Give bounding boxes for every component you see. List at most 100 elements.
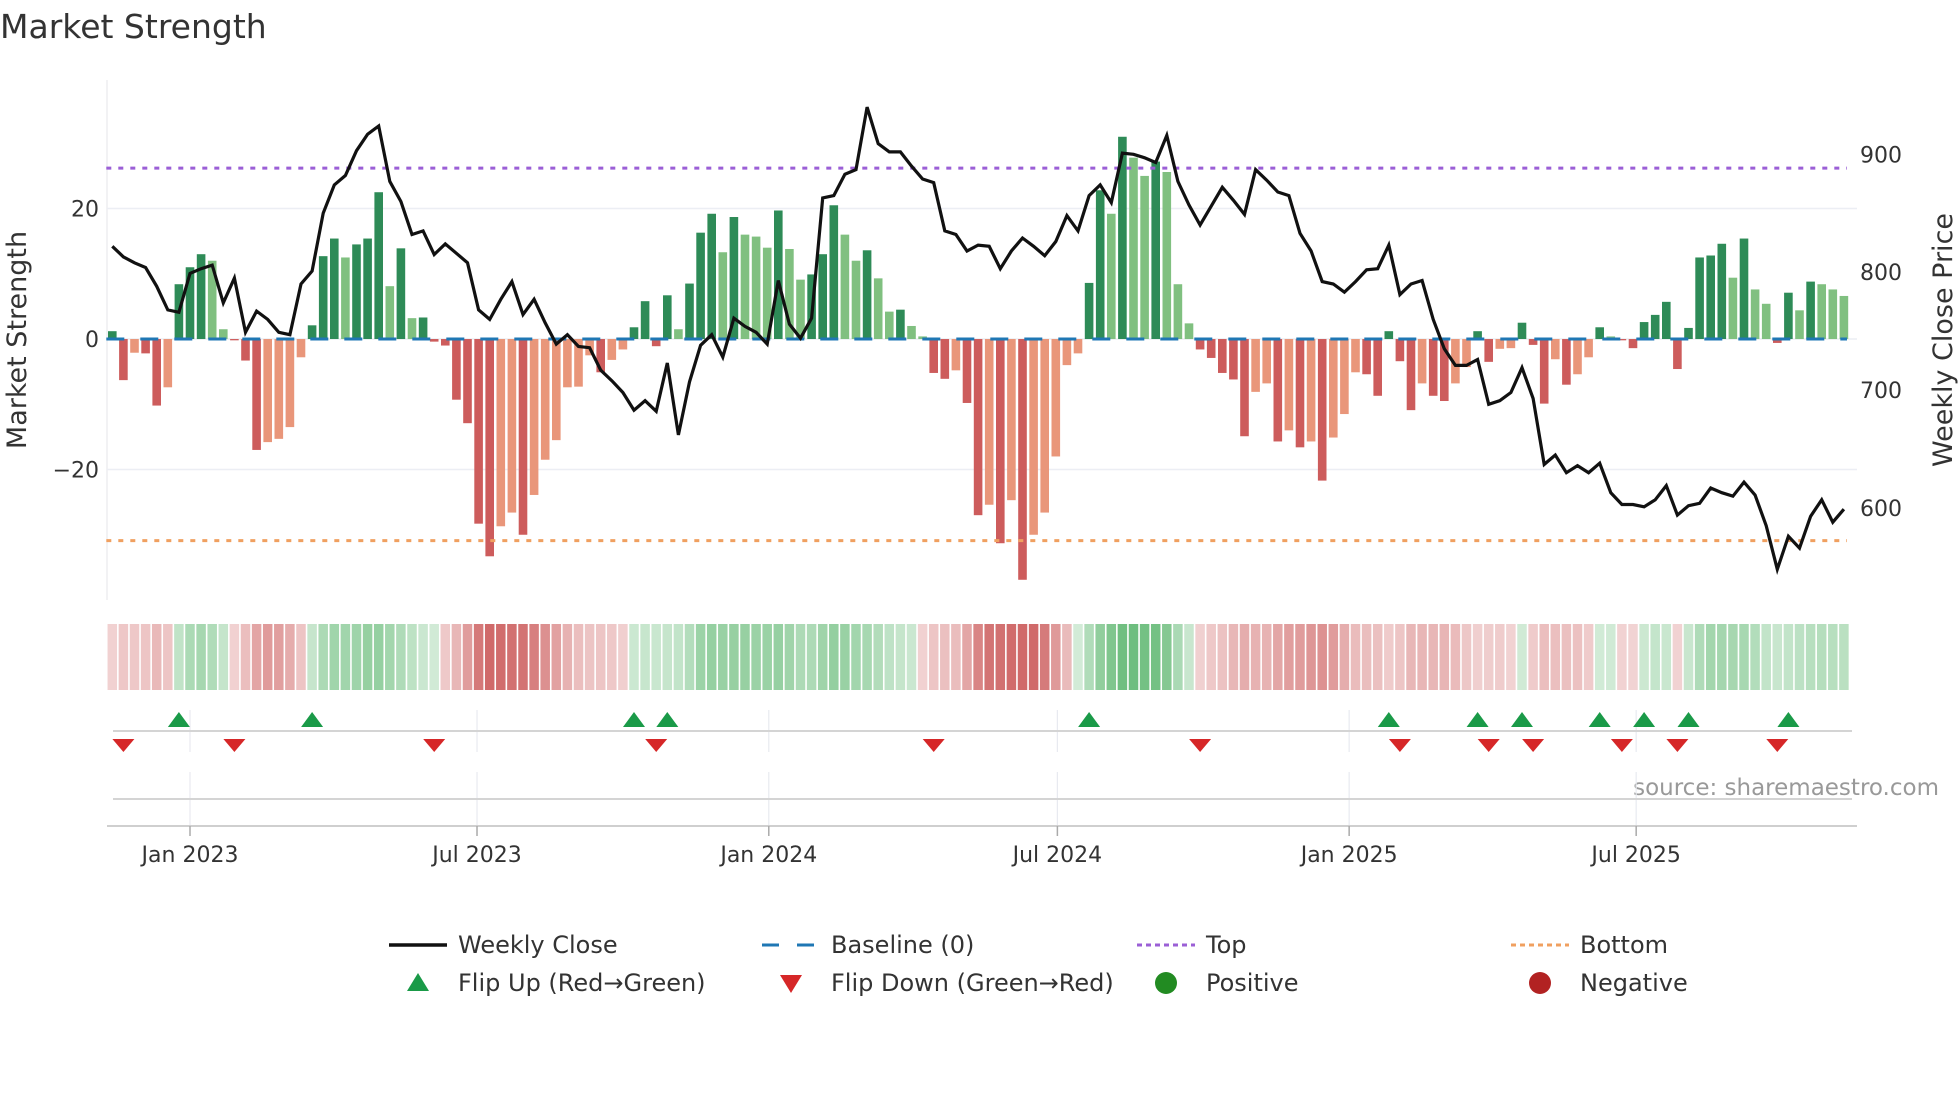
flip-down-marker <box>423 739 446 752</box>
strength-bar <box>1650 314 1660 340</box>
flip-down-marker <box>1522 739 1545 752</box>
strength-bar <box>130 339 139 353</box>
strip-cell <box>1683 624 1694 690</box>
strip-cell <box>451 624 462 690</box>
strength-bar <box>1218 339 1227 373</box>
strength-bar <box>241 339 250 361</box>
strip-cell <box>262 624 273 690</box>
strip-cell <box>1495 624 1505 690</box>
strip-cell <box>1328 624 1339 690</box>
strip-cell <box>507 624 517 690</box>
strip-cell <box>1295 624 1305 690</box>
strength-bar <box>718 252 728 340</box>
strip-cell <box>418 624 428 690</box>
strip-cell <box>706 624 717 690</box>
strength-bar <box>1273 339 1283 442</box>
strength-bar <box>618 339 628 350</box>
y2-axis-label: Weekly Close Price <box>1928 213 1959 467</box>
strip-cell <box>207 624 217 690</box>
strip-cell <box>1384 624 1394 690</box>
strip-cell <box>362 624 373 690</box>
strip-cell <box>851 624 861 690</box>
strip-cell <box>1717 624 1727 690</box>
flip-up-marker <box>1777 712 1800 727</box>
strip-cell <box>1639 624 1649 690</box>
y-tick-label: 20 <box>71 198 99 223</box>
strength-bar <box>862 250 872 340</box>
flip-down-marker <box>1189 739 1212 752</box>
legend: Weekly Close Baseline (0) Top Bottom Flip Up… <box>389 931 1688 997</box>
strip-cell <box>1051 624 1061 690</box>
strength-bar <box>518 339 528 535</box>
flip-down-marker <box>1477 739 1500 752</box>
strip-cell <box>1261 624 1272 690</box>
strength-bar <box>1251 339 1260 392</box>
strength-bar <box>707 213 716 340</box>
strip-cell <box>1506 624 1516 690</box>
strength-bar <box>1706 255 1715 340</box>
strip-cell <box>1428 624 1438 690</box>
strength-bar <box>1062 339 1072 366</box>
strip-cell <box>1694 624 1705 690</box>
strip-cell <box>140 624 151 690</box>
flip-down-marker <box>223 739 246 752</box>
strip-cell <box>1661 624 1672 690</box>
flip-up-marker <box>301 712 324 727</box>
strip-cell <box>540 624 550 690</box>
strip-cell <box>1117 624 1128 690</box>
strip-cell <box>1417 624 1427 690</box>
strength-bar <box>1317 339 1327 481</box>
y-tick-label: 0 <box>85 328 99 353</box>
strip-cell <box>1761 624 1771 690</box>
strip-cell <box>1483 624 1494 690</box>
flip-down-marker <box>1666 739 1689 752</box>
strength-bar <box>996 339 1005 544</box>
flip-down-marker <box>1766 739 1789 752</box>
strength-bar <box>1784 292 1793 340</box>
strip-cell <box>1306 624 1316 690</box>
strength-bar <box>1684 327 1693 340</box>
strength-bar <box>552 339 561 441</box>
strip-cell <box>1705 624 1716 690</box>
strip-cell <box>1783 624 1794 690</box>
strength-bar <box>263 339 272 443</box>
strength-bar <box>1284 339 1294 431</box>
flip-down-marker <box>1610 739 1633 752</box>
strength-bar <box>962 339 972 403</box>
strip-cell <box>873 624 883 690</box>
strength-bar <box>674 329 683 340</box>
strip-cell <box>862 624 872 690</box>
strip-cell <box>1073 624 1083 690</box>
strip-cell <box>673 624 684 690</box>
strip-cell <box>662 624 673 690</box>
strip-cell <box>1550 624 1561 690</box>
strength-bar <box>396 248 406 340</box>
legend-label: Negative <box>1580 969 1688 997</box>
flip-down-marker <box>922 739 945 752</box>
strength-bar <box>507 339 517 513</box>
strength-bar <box>1795 310 1804 340</box>
x-tick-label: Jul 2023 <box>430 843 522 868</box>
strip-cell <box>1561 624 1572 690</box>
strip-cell <box>629 624 639 690</box>
strength-bar <box>452 339 461 400</box>
strip-cell <box>1284 624 1294 690</box>
flip-down-marker <box>1388 739 1411 752</box>
strip-cell <box>296 624 306 690</box>
strength-bar <box>1229 339 1238 380</box>
strip-cell <box>1772 624 1783 690</box>
strip-cell <box>518 624 528 690</box>
strip-cell <box>1195 624 1205 690</box>
legend-label: Weekly Close <box>458 931 618 959</box>
strip-cell <box>496 624 506 690</box>
strength-bar <box>385 286 395 340</box>
x-tick-label: Jul 2024 <box>1011 843 1103 868</box>
strip-cell <box>1162 624 1172 690</box>
strip-cell <box>1361 624 1372 690</box>
strength-bar <box>252 339 261 450</box>
strength-bar <box>496 339 506 527</box>
strength-bar <box>685 283 694 340</box>
strip-cell <box>1805 624 1816 690</box>
strip-cell <box>440 624 451 690</box>
strength-bar <box>429 339 439 342</box>
